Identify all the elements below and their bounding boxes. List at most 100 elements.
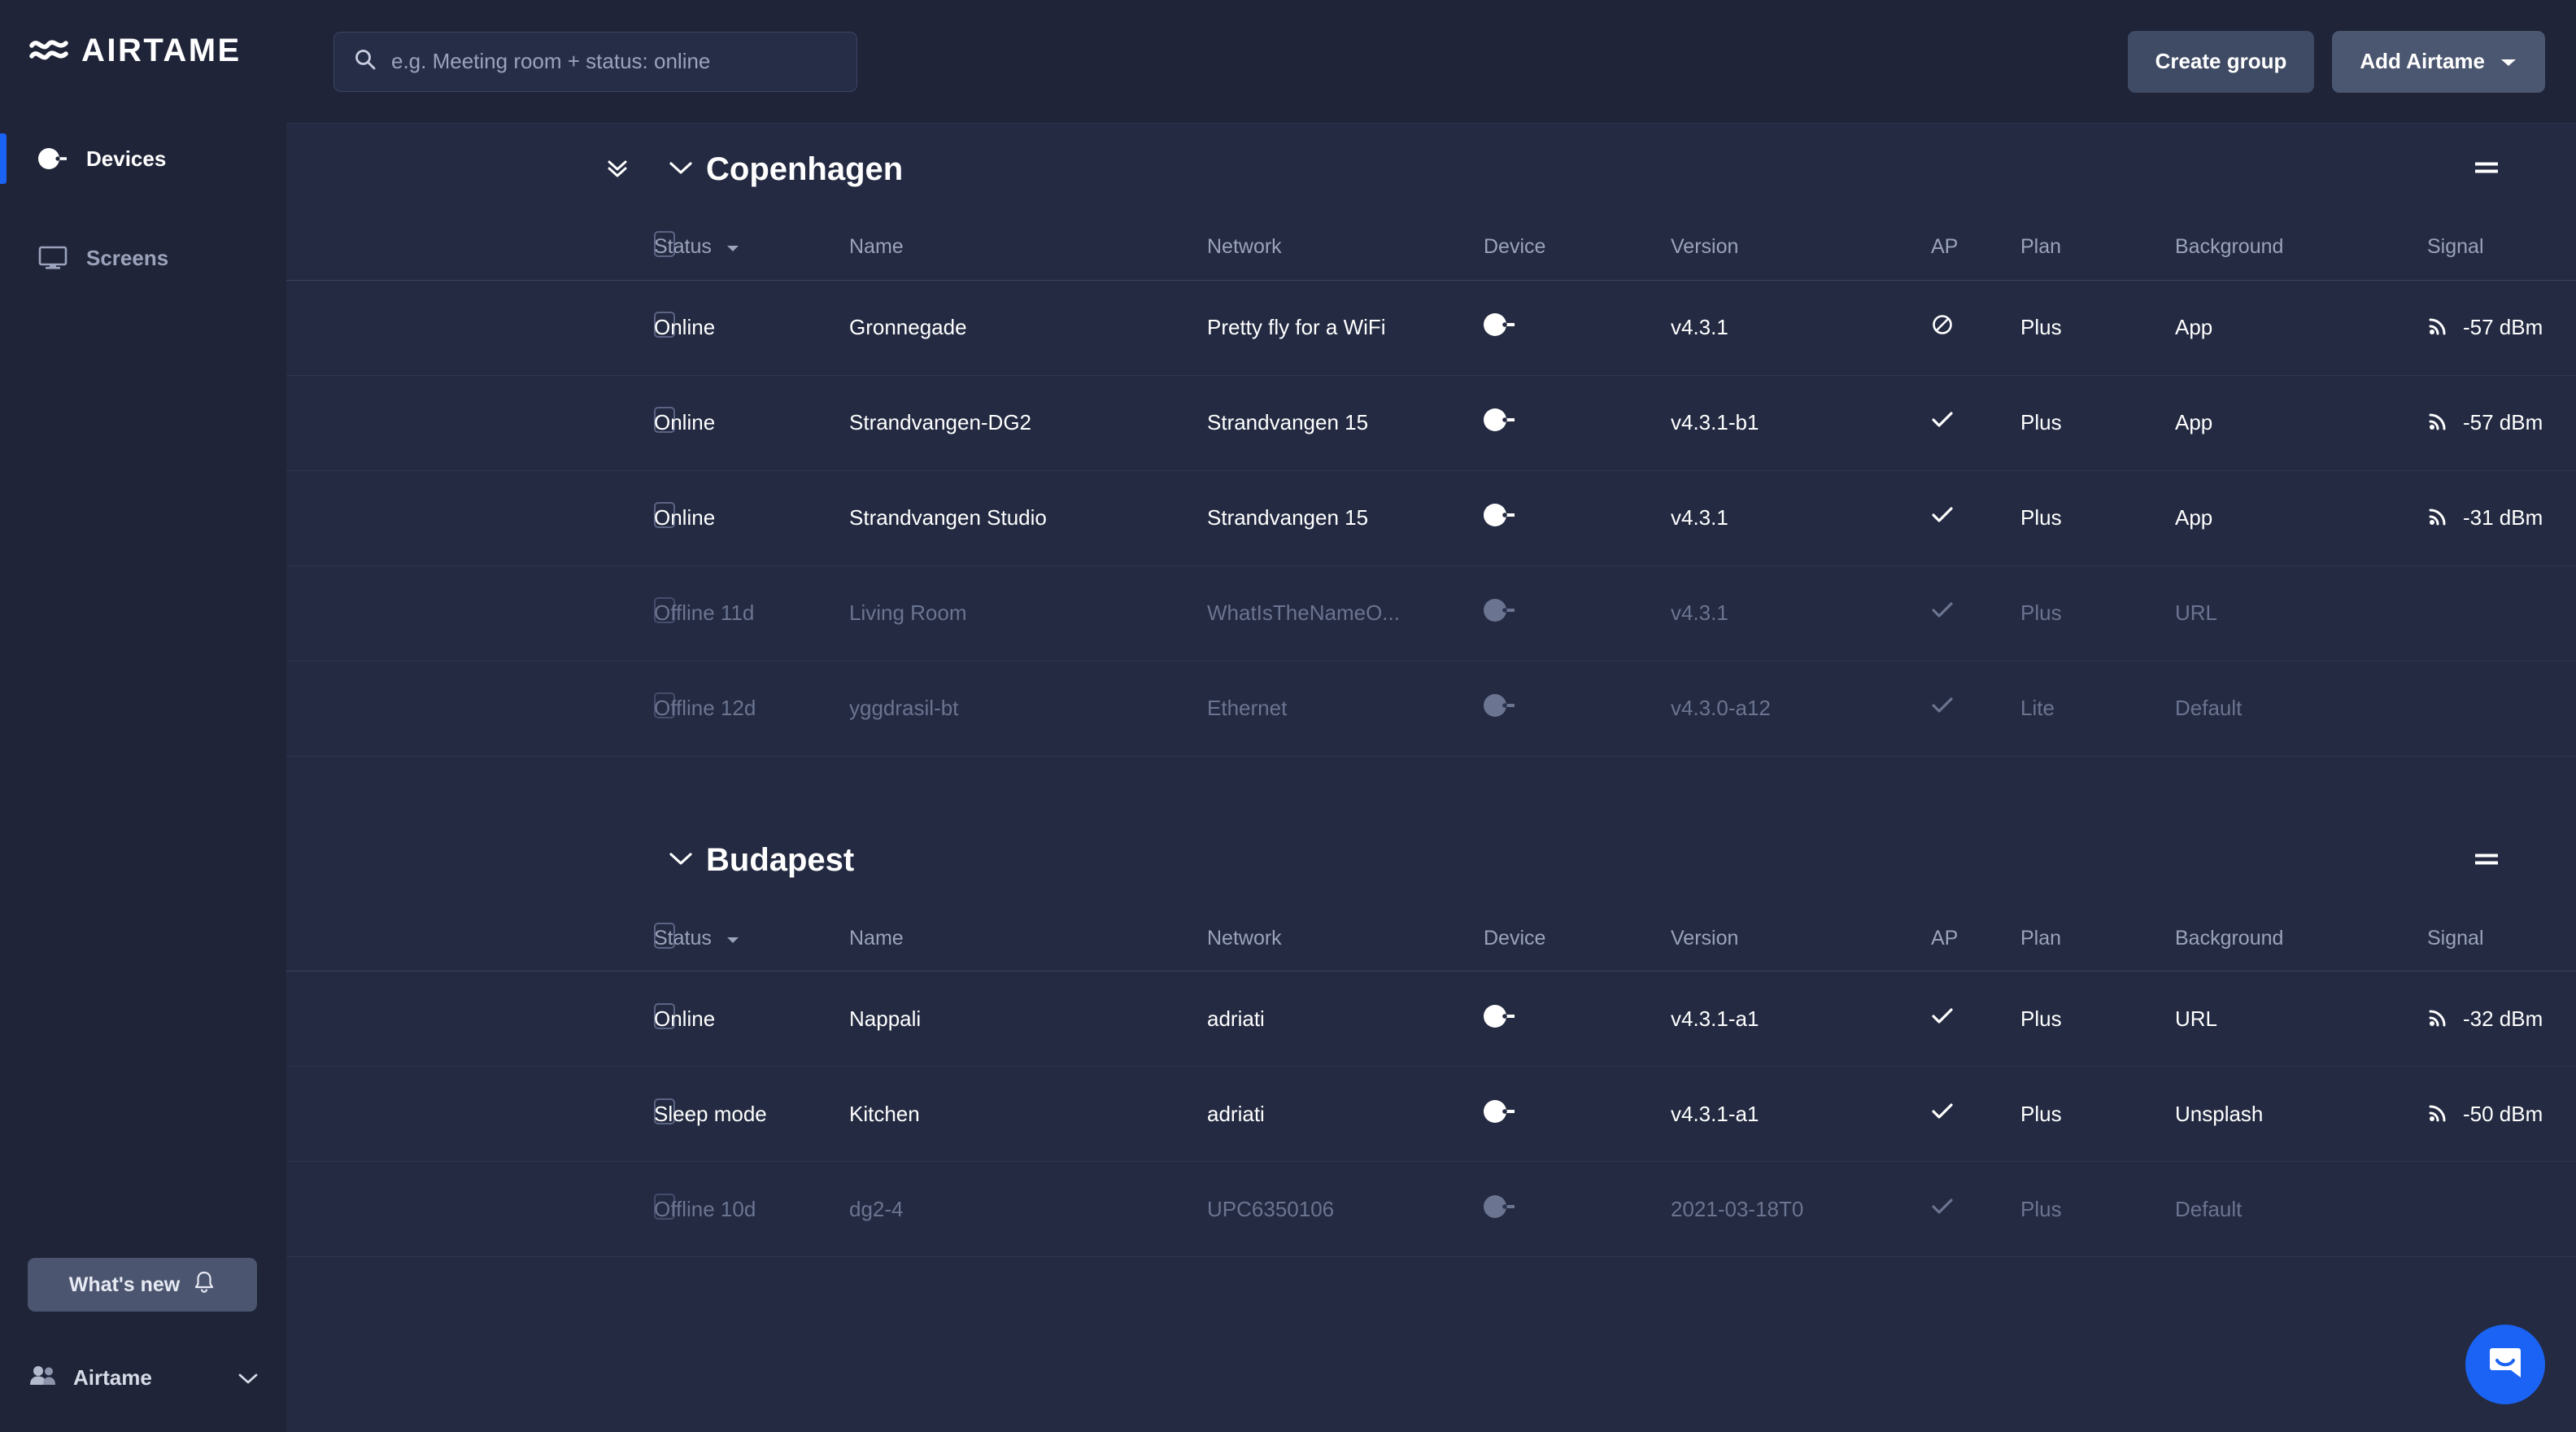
group-menu-icon[interactable] <box>2470 848 2503 873</box>
cell-network: Strandvangen 15 <box>1207 470 1484 566</box>
row-checkbox[interactable] <box>286 375 675 471</box>
column-header-network[interactable]: Network <box>1207 906 1484 971</box>
row-checkbox[interactable] <box>286 1066 675 1162</box>
column-header-ap[interactable]: AP <box>1931 906 2020 971</box>
airtame-waves-logo-icon <box>29 34 68 67</box>
cell-name: Living Room <box>849 565 1207 661</box>
column-header-background[interactable]: Background <box>2175 215 2427 281</box>
bell-icon <box>193 1270 216 1300</box>
table-row[interactable]: Online Nappali adriati v4.3.1-a1 Plus URL -32 … <box>286 971 2576 1067</box>
table-row[interactable]: Offline 12d yggdrasil-bt Ethernet v4.3.0-a1… <box>286 661 2576 757</box>
cell-device <box>1484 971 1671 1067</box>
cell-status: Offline 11d <box>654 565 849 661</box>
sidebar-item-devices[interactable]: Devices <box>0 133 286 184</box>
create-group-label: Create group <box>2155 49 2287 73</box>
column-header-name[interactable]: Name <box>849 215 1207 281</box>
cell-version: v4.3.1 <box>1671 470 1931 566</box>
cell-version: 2021-03-18T0 <box>1671 1161 1931 1257</box>
row-checkbox[interactable] <box>286 470 675 566</box>
dongle-icon <box>37 146 68 172</box>
cell-network: adriati <box>1207 1066 1484 1162</box>
cell-plan: Plus <box>2020 280 2175 376</box>
search-input[interactable]: e.g. Meeting room + status: online <box>333 31 857 92</box>
device-groups-container: Copenhagen Status Name Network Device Ve… <box>286 124 2576 1432</box>
cell-plan: Plus <box>2020 565 2175 661</box>
cell-plan: Plus <box>2020 1161 2175 1257</box>
row-checkbox[interactable] <box>286 1161 675 1257</box>
signal-value: -57 dBm <box>2463 410 2543 434</box>
table-row[interactable]: Online Strandvangen-DG2 Strandvangen 15 v4.… <box>286 375 2576 471</box>
table-row[interactable]: Online Strandvangen Studio Strandvangen 15… <box>286 470 2576 566</box>
column-header-plan[interactable]: Plan <box>2020 215 2175 281</box>
devices-table: Status Name Network Device Version AP Pl… <box>286 906 2576 1257</box>
cell-signal <box>2427 661 2576 757</box>
column-header-version[interactable]: Version <box>1671 215 1931 281</box>
cell-background: Default <box>2175 661 2427 757</box>
column-label: AP <box>1931 926 1959 950</box>
cell-name: Nappali <box>849 971 1207 1067</box>
check-icon <box>1931 505 1954 530</box>
sidebar: AIRTAME Devices Screens What's new Airta… <box>0 0 286 1432</box>
cell-network: WhatIsTheNameO... <box>1207 565 1484 661</box>
intercom-chat-button[interactable] <box>2465 1325 2545 1404</box>
row-checkbox[interactable] <box>286 565 675 661</box>
table-row[interactable]: Sleep mode Kitchen adriati v4.3.1-a1 Plus Uns… <box>286 1066 2576 1162</box>
cell-device <box>1484 470 1671 566</box>
cell-device <box>1484 280 1671 376</box>
cell-ap <box>1931 470 2020 566</box>
column-header-name[interactable]: Name <box>849 906 1207 971</box>
cell-network: UPC6350106 <box>1207 1161 1484 1257</box>
check-icon <box>1931 600 1954 625</box>
column-label: Plan <box>2020 235 2062 259</box>
cell-background: App <box>2175 470 2427 566</box>
column-header-status[interactable]: Status <box>654 215 849 281</box>
column-header-network[interactable]: Network <box>1207 215 1484 281</box>
column-header-device[interactable]: Device <box>1484 215 1671 281</box>
add-airtame-button[interactable]: Add Airtame <box>2332 30 2545 93</box>
table-row[interactable]: Offline 11d Living Room WhatIsTheNameO... v… <box>286 565 2576 661</box>
dongle-icon <box>1484 694 1516 722</box>
column-label: AP <box>1931 235 1959 259</box>
search-icon <box>354 48 377 75</box>
group-title: Budapest <box>706 842 855 878</box>
column-header-background[interactable]: Background <box>2175 906 2427 971</box>
cell-ap <box>1931 1066 2020 1162</box>
column-header-ap[interactable]: AP <box>1931 215 2020 281</box>
table-row[interactable]: Online Gronnegade Pretty fly for a WiFi v4.… <box>286 280 2576 376</box>
row-checkbox[interactable] <box>286 661 675 757</box>
column-header-device[interactable]: Device <box>1484 906 1671 971</box>
sidebar-nav: Devices Screens <box>0 133 286 283</box>
row-checkbox[interactable] <box>286 971 675 1067</box>
cell-status: Offline 10d <box>654 1161 849 1257</box>
column-header-signal[interactable]: Signal <box>2427 906 2576 971</box>
whats-new-label: What's new <box>68 1273 181 1296</box>
column-header-status[interactable]: Status <box>654 906 849 971</box>
blocked-icon <box>1931 315 1954 341</box>
cell-background: App <box>2175 375 2427 471</box>
row-checkbox[interactable] <box>286 280 675 376</box>
table-header: Status Name Network Device Version AP Pl… <box>286 215 2576 281</box>
create-group-button[interactable]: Create group <box>2127 30 2315 93</box>
sidebar-item-screens[interactable]: Screens <box>0 233 286 283</box>
column-label: Signal <box>2427 926 2484 950</box>
org-switcher[interactable]: Airtame <box>0 1354 286 1401</box>
group-menu-icon[interactable] <box>2470 157 2503 182</box>
whats-new-button[interactable]: What's new <box>28 1258 257 1312</box>
group-collapse-chevron-icon[interactable] <box>667 159 695 181</box>
select-all-checkbox[interactable] <box>286 906 675 971</box>
brand-logo[interactable]: AIRTAME <box>0 0 286 67</box>
collapse-all-icon[interactable] <box>604 154 631 186</box>
group-collapse-chevron-icon[interactable] <box>667 849 695 871</box>
cell-name: Strandvangen-DG2 <box>849 375 1207 471</box>
chevron-down-icon[interactable] <box>238 1365 259 1391</box>
column-header-version[interactable]: Version <box>1671 906 1931 971</box>
table-row[interactable]: Offline 10d dg2-4 UPC6350106 2021-03-18T0 Pl… <box>286 1161 2576 1257</box>
column-header-signal[interactable]: Signal <box>2427 215 2576 281</box>
column-label: Version <box>1671 235 1739 259</box>
cell-name: Kitchen <box>849 1066 1207 1162</box>
dongle-icon <box>1484 1194 1516 1223</box>
column-header-plan[interactable]: Plan <box>2020 906 2175 971</box>
cell-ap <box>1931 565 2020 661</box>
cell-background: App <box>2175 280 2427 376</box>
select-all-checkbox[interactable] <box>286 215 675 281</box>
